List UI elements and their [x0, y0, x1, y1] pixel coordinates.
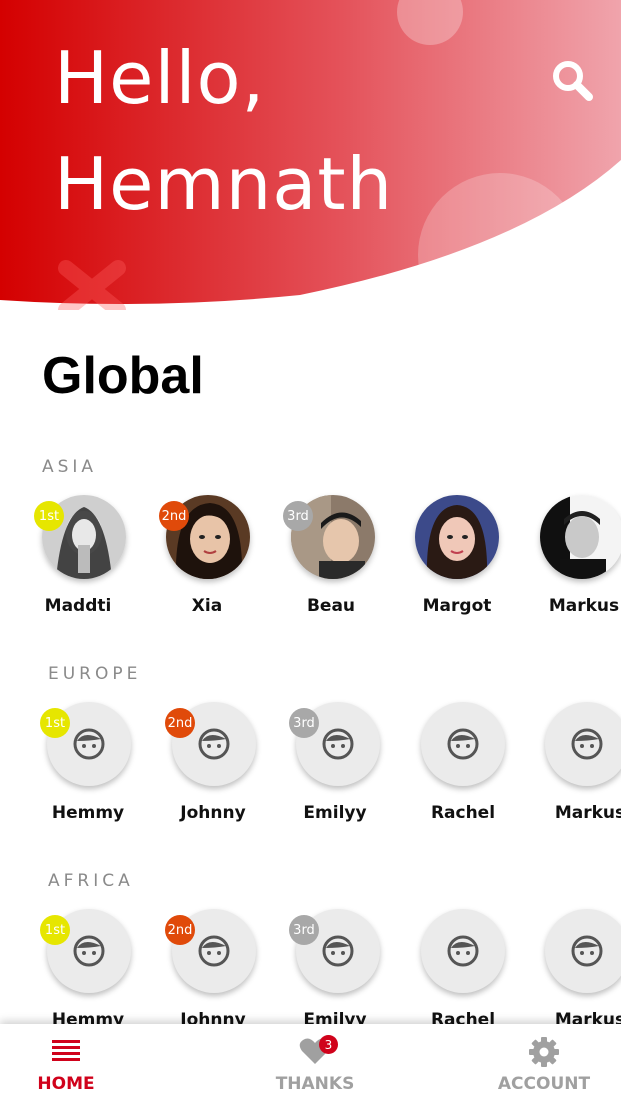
nav-home-label: HOME — [37, 1074, 95, 1094]
person-name: Rachel — [430, 803, 496, 823]
region-label-asia: ASIA — [42, 457, 98, 477]
face-icon — [198, 935, 230, 967]
avatar-placeholder — [545, 909, 621, 993]
face-icon — [322, 728, 354, 760]
region-label-africa: AFRICA — [48, 871, 134, 891]
face-icon — [322, 935, 354, 967]
avatar-placeholder — [421, 702, 505, 786]
person-name: Xia — [191, 596, 223, 616]
rank-badge: 3rd — [289, 915, 319, 945]
face-icon — [73, 935, 105, 967]
person-name: Markus — [554, 803, 621, 823]
region-label-europe: EUROPE — [48, 664, 142, 684]
rank-badge: 3rd — [289, 708, 319, 738]
person-name: Margot — [422, 596, 492, 616]
face-icon — [447, 935, 479, 967]
face-icon — [571, 728, 603, 760]
rank-badge: 2nd — [165, 915, 195, 945]
avatar-placeholder — [545, 702, 621, 786]
rank-badge: 1st — [34, 501, 64, 531]
avatar-photo — [540, 495, 621, 579]
rank-badge: 2nd — [165, 708, 195, 738]
person-name: Emilyy — [303, 803, 367, 823]
search-button[interactable] — [548, 56, 598, 106]
rank-badge: 1st — [40, 915, 70, 945]
nav-account[interactable]: ACCOUNT — [474, 1024, 614, 1104]
person-name: Hemmy — [51, 803, 125, 823]
user-name: Hemnath — [54, 142, 394, 226]
gear-icon — [529, 1037, 559, 1067]
avatar-placeholder — [421, 909, 505, 993]
person-name: Johnny — [180, 803, 246, 823]
rank-badge: 1st — [40, 708, 70, 738]
header: Hello, Hemnath — [0, 0, 621, 310]
bottom-nav: HOME THANKS ACCOUNT — [0, 1024, 621, 1104]
face-icon — [73, 728, 105, 760]
face-icon — [571, 935, 603, 967]
face-icon — [198, 728, 230, 760]
menu-lines-icon — [52, 1040, 80, 1061]
notification-badge: 3 — [319, 1035, 338, 1054]
nav-thanks[interactable]: THANKS — [245, 1024, 385, 1104]
nav-home[interactable]: HOME — [0, 1024, 136, 1104]
avatar-photo — [415, 495, 499, 579]
rank-badge: 3rd — [283, 501, 313, 531]
section-title: Global — [42, 347, 204, 405]
person-name: Maddti — [44, 596, 112, 616]
nav-thanks-label: THANKS — [275, 1074, 355, 1094]
greeting-line-1: Hello, — [54, 36, 266, 120]
face-icon — [447, 728, 479, 760]
search-icon — [553, 61, 593, 101]
nav-account-label: ACCOUNT — [497, 1074, 591, 1094]
person-name: Markus — [548, 596, 620, 616]
person-name: Beau — [306, 596, 356, 616]
rank-badge: 2nd — [159, 501, 189, 531]
